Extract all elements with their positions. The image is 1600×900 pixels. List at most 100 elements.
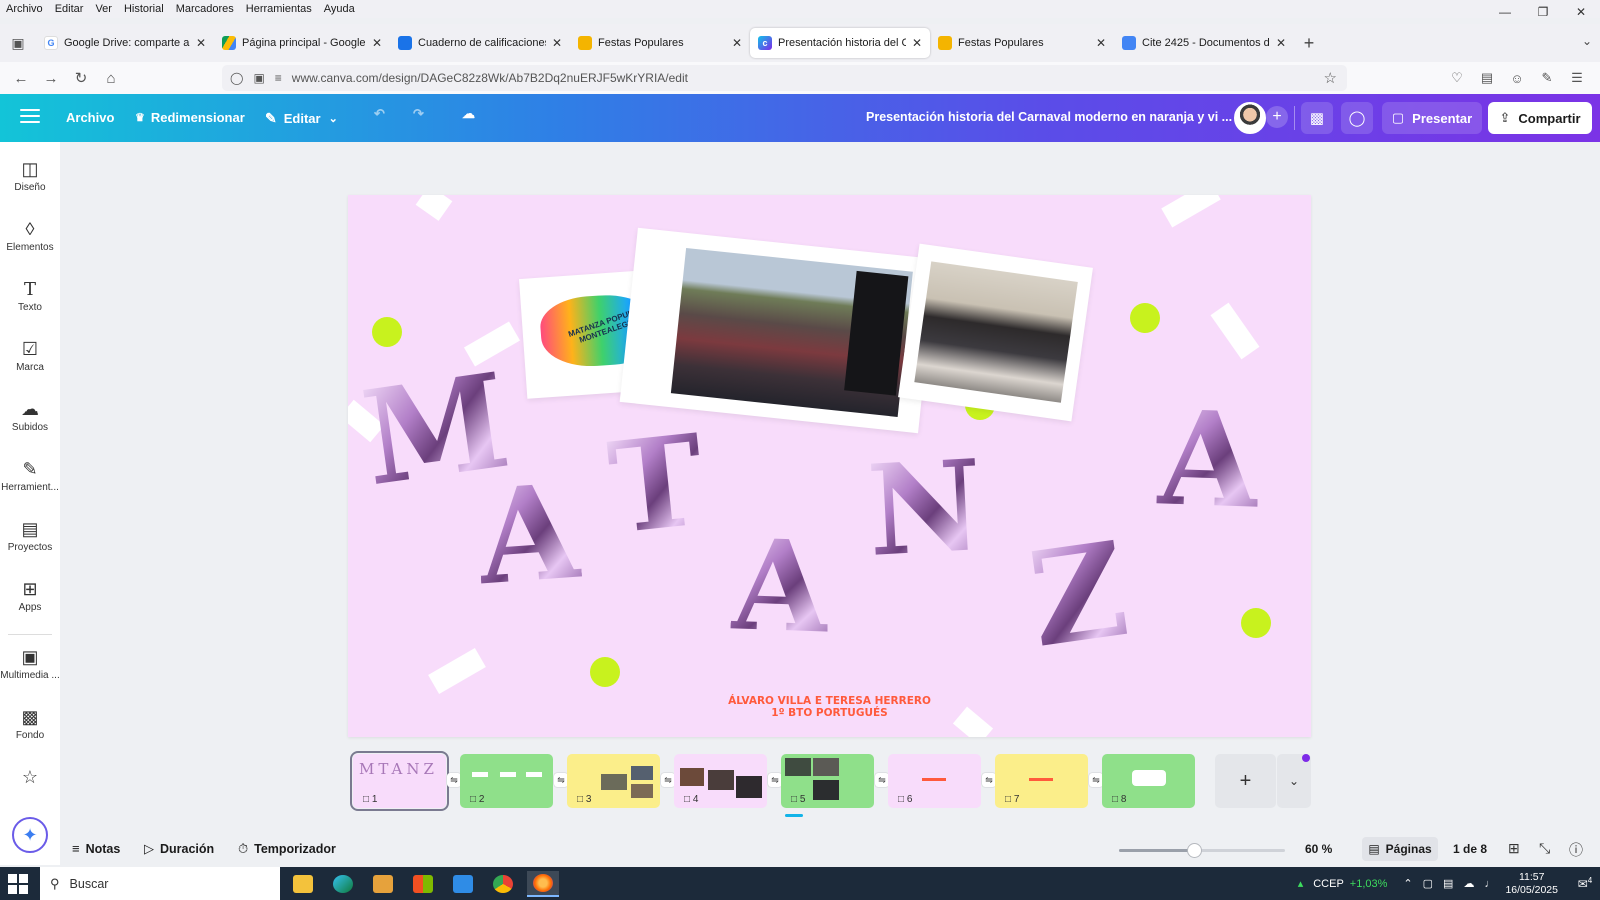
menu-marcadores[interactable]: Marcadores [176, 3, 234, 15]
page-thumbnail[interactable]: □ 4 [674, 754, 767, 808]
title-letter[interactable]: A [1155, 381, 1261, 537]
thumbnail-scroll-indicator[interactable] [785, 814, 803, 817]
page-thumbnail[interactable]: □ 6 [888, 754, 981, 808]
url-text[interactable]: www.canva.com/design/DAGeC82z8Wk/Ab7B2Dq… [292, 71, 688, 85]
display-icon[interactable]: ▢ [1423, 877, 1433, 890]
avatar[interactable] [1234, 102, 1266, 134]
sidebar-item-proyectos[interactable]: ▤ Proyectos [0, 516, 60, 568]
page-thumbnail[interactable]: □ 3 [567, 754, 660, 808]
extensions-icon[interactable]: ✎ [1532, 70, 1562, 86]
close-tab-icon[interactable]: ✕ [1096, 36, 1106, 50]
edge-browser-icon[interactable] [327, 871, 359, 897]
resize-button[interactable]: ♛ Redimensionar [135, 110, 245, 125]
volume-icon[interactable]: ♩ [1484, 878, 1495, 890]
fullscreen-icon[interactable]: ⤡ [1539, 840, 1550, 857]
sidebar-item-fondo[interactable]: ▩ Fondo [0, 704, 60, 756]
add-collaborator-icon[interactable]: + [1266, 106, 1288, 128]
tab-gradebook[interactable]: Cuaderno de calificaciones de 1 ✕ [390, 28, 570, 58]
duration-button[interactable]: ▷ Duración [144, 841, 214, 857]
permissions-icon[interactable]: ≡ [275, 71, 282, 85]
file-explorer-icon[interactable] [287, 871, 319, 897]
transition-icon[interactable]: ⇋ [447, 773, 461, 787]
windows-start-icon[interactable] [8, 874, 28, 894]
pocket-icon[interactable]: ♡ [1442, 70, 1472, 86]
tab-google-drive-share[interactable]: G Google Drive: comparte archivo ✕ [36, 28, 214, 58]
close-tab-icon[interactable]: ✕ [732, 36, 742, 50]
menu-ayuda[interactable]: Ayuda [324, 3, 355, 15]
redo-icon[interactable]: ↷ [413, 106, 424, 122]
cloud-icon[interactable]: ☁ [1463, 877, 1474, 890]
comment-icon[interactable]: ◯ [1341, 102, 1373, 134]
media-app-icon[interactable] [367, 871, 399, 897]
chevron-up-icon[interactable]: ⌃ [1403, 877, 1412, 890]
page-thumbnail[interactable]: □ 7 [995, 754, 1088, 808]
sidebar-item-diseno[interactable]: ◫ Diseño [0, 156, 60, 208]
menu-archivo[interactable]: Archivo [6, 3, 43, 15]
tab-festas-populares-2[interactable]: Festas Populares ✕ [930, 28, 1114, 58]
close-tab-icon[interactable]: ✕ [372, 36, 382, 50]
tab-canva-presentation[interactable]: c Presentación historia del Carnav ✕ [750, 28, 930, 58]
zoom-slider[interactable] [1119, 843, 1285, 858]
menu-herramientas[interactable]: Herramientas [246, 3, 312, 15]
page-thumbnail[interactable]: MTANZ □ 1 [350, 751, 449, 811]
chevron-down-icon[interactable]: ⌄ [1277, 754, 1311, 808]
page-thumbnail[interactable]: □ 2 [460, 754, 553, 808]
archivo-button[interactable]: Archivo [66, 110, 114, 125]
page-thumbnail[interactable]: □ 8 [1102, 754, 1195, 808]
notification-center-icon[interactable]: ✉4 [1570, 876, 1600, 891]
address-bar[interactable]: ◯ ▣ ≡ www.canva.com/design/DAGeC82z8Wk/A… [222, 65, 1347, 91]
transition-icon[interactable]: ⇋ [768, 773, 782, 787]
zoom-slider-handle[interactable] [1186, 843, 1202, 858]
title-letter[interactable]: Z [1021, 512, 1136, 677]
app-menu-icon[interactable]: ☰ [1562, 70, 1592, 86]
design-title[interactable]: Presentación historia del Carnaval moder… [866, 110, 1232, 124]
taskbar-search[interactable]: ⚲ Buscar [40, 867, 280, 900]
transition-icon[interactable]: ⇋ [982, 773, 996, 787]
restore-icon[interactable]: ❐ [1524, 0, 1562, 24]
network-icon[interactable]: ▤ [1443, 877, 1453, 890]
title-letter[interactable]: A [729, 512, 831, 661]
forward-arrow-icon[interactable]: → [36, 64, 66, 92]
shield-icon[interactable]: ◯ [230, 71, 243, 85]
insights-chart-icon[interactable]: ▩ [1301, 102, 1333, 134]
chevron-down-icon[interactable]: ⌄ [1582, 34, 1592, 48]
sidebar-item-subidos[interactable]: ☁ Subidos [0, 396, 60, 448]
firefox-icon[interactable] [527, 871, 559, 897]
stock-ticker[interactable]: CCEP [1313, 878, 1344, 890]
present-button[interactable]: ▢ Presentar [1382, 102, 1482, 134]
sidebar-item-elementos[interactable]: ◊ Elementos [0, 216, 60, 268]
close-tab-icon[interactable]: ✕ [552, 36, 562, 50]
menu-editar[interactable]: Editar [55, 3, 84, 15]
home-icon[interactable]: ⌂ [96, 64, 126, 92]
back-arrow-icon[interactable]: ← [6, 64, 36, 92]
close-window-icon[interactable]: ✕ [1562, 0, 1600, 24]
bookmark-star-icon[interactable]: ☆ [1324, 69, 1337, 87]
photo-card-crowd[interactable] [619, 227, 937, 434]
tab-cite-docs[interactable]: Cite 2425 - Documentos de Goo ✕ [1114, 28, 1294, 58]
pages-button[interactable]: ▤ Páginas [1362, 837, 1438, 861]
add-page-button[interactable]: + [1215, 754, 1276, 808]
share-button[interactable]: ⇪ Compartir [1488, 102, 1592, 134]
magic-assistant-icon[interactable]: ✦ [12, 817, 48, 853]
menu-ver[interactable]: Ver [95, 3, 112, 15]
zoom-level[interactable]: 60 % [1305, 842, 1332, 856]
close-tab-icon[interactable]: ✕ [196, 36, 206, 50]
sidebar-item-starred[interactable]: ☆ [0, 764, 60, 816]
slide-canvas[interactable]: MATANZA POPULAR MONTEALEGRE M A T A N Z … [348, 195, 1311, 737]
sidebar-item-herramientas[interactable]: ✎ Herramient... [0, 456, 60, 508]
page-thumbnail[interactable]: □ 5 [781, 754, 874, 808]
tab-google-drive-home[interactable]: Página principal - Google Drive ✕ [214, 28, 390, 58]
timer-button[interactable]: ⏱ Temporizador [238, 841, 336, 857]
transition-icon[interactable]: ⇋ [1089, 773, 1103, 787]
title-letter[interactable]: N [864, 433, 986, 585]
transition-icon[interactable]: ⇋ [661, 773, 675, 787]
sidebar-item-marca[interactable]: ☑ Marca [0, 336, 60, 388]
new-tab-button[interactable]: + [1294, 33, 1324, 54]
slide-credits[interactable]: ÁLVARO VILLA E TERESA HERRERO 1º BTO POR… [348, 695, 1311, 719]
photo-card-tables[interactable] [898, 243, 1093, 422]
reader-view-icon[interactable]: ▤ [1472, 70, 1502, 86]
notes-button[interactable]: ≡ Notas [72, 841, 120, 856]
tab-list-icon[interactable]: ▣ [0, 24, 36, 62]
grid-view-icon[interactable]: ⊞ [1508, 840, 1520, 857]
title-letter[interactable]: T [603, 408, 711, 563]
